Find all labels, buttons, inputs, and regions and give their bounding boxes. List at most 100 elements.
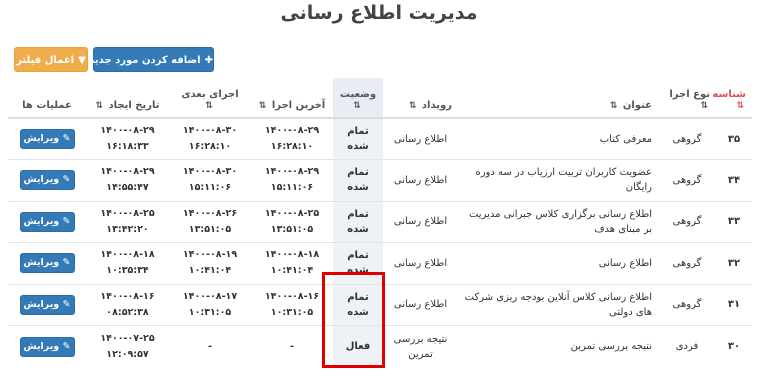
- edit-icon: ✎: [62, 257, 71, 269]
- header-created[interactable]: تاریخ ایجاد ⇅: [86, 78, 169, 119]
- edit-icon: ✎: [62, 174, 71, 186]
- row-last-run: -: [251, 325, 333, 367]
- row-run-type: گروهی: [658, 200, 716, 243]
- row-id: ۳۰: [716, 325, 752, 367]
- row-last-run: ۱۴۰۰-۰۸-۱۸ ۱۰:۴۱:۰۴: [251, 242, 333, 284]
- row-created: ۱۴۰۰-۰۸-۱۸ ۱۰:۳۵:۳۴: [86, 242, 169, 284]
- edit-label: ویرایش: [23, 340, 60, 352]
- row-id: ۳۵: [716, 117, 752, 160]
- row-last-run: ۱۴۰۰-۰۸-۲۹ ۱۶:۲۸:۱۰: [251, 117, 333, 160]
- row-last-run: ۱۴۰۰-۰۸-۲۵ ۱۳:۵۱:۰۵: [251, 200, 333, 243]
- row-created-date: ۱۴۰۰-۰۸-۱۶: [100, 290, 155, 302]
- row-actions: ✎ ویرایش: [8, 283, 86, 326]
- row-created-time: ۰۸:۵۲:۳۸: [106, 306, 149, 318]
- row-id: ۳۱: [716, 283, 752, 326]
- header-next-run[interactable]: اجرای بعدی ⇅: [169, 78, 251, 119]
- row-last-run: ۱۴۰۰-۰۸-۲۹ ۱۵:۱۱:۰۶: [251, 159, 333, 201]
- row-last-run-time: ۱۶:۲۸:۱۰: [270, 141, 314, 152]
- row-title: اطلاع رسانی برگزاری کلاس جبرانی مدیریت ب…: [458, 200, 658, 243]
- row-last-run-time: ۱۰:۴۱:۰۴: [270, 265, 314, 277]
- add-new-button[interactable]: ✚اضافه کردن مورد جدید: [89, 47, 214, 72]
- plus-icon: ✚: [204, 55, 213, 66]
- row-run-type: گروهی: [658, 242, 716, 284]
- header-last-run-label: آخرین اجرا: [271, 100, 326, 111]
- row-last-run-date: ۱۴۰۰-۰۸-۱۶: [264, 290, 320, 302]
- row-run-type: گروهی: [658, 159, 716, 201]
- sort-icon: ⇅: [700, 101, 708, 111]
- row-title: معرفی کتاب: [458, 117, 658, 160]
- header-event[interactable]: رویداد ⇅: [383, 78, 458, 119]
- header-run-type-label: نوع اجرا: [669, 89, 710, 100]
- edit-button[interactable]: ✎ ویرایش: [19, 129, 75, 149]
- row-actions: ✎ ویرایش: [8, 117, 86, 160]
- header-last-run[interactable]: آخرین اجرا ⇅: [251, 78, 333, 119]
- header-actions: عملیات ها: [8, 78, 86, 119]
- table-row: ۳۲ گروهی اطلاع رسانی اطلاع رسانی تمام شده ۱۴۰…: [8, 242, 752, 284]
- row-created: ۱۴۰۰-۰۸-۲۹ ۱۴:۵۵:۴۷: [86, 159, 169, 201]
- row-title: اطلاع رسانی کلاس آنلاین بودجه ریزی شرکت …: [458, 283, 658, 326]
- row-created-time: ۱۴:۵۵:۴۷: [106, 182, 149, 194]
- row-next-run-date: ۱۴۰۰-۰۸-۱۷: [182, 290, 238, 302]
- row-next-run-time: ۱۰:۴۱:۰۴: [188, 265, 232, 277]
- table-header-row: شناسه ⇅ نوع اجرا ⇅ عنوان ⇅ رویداد ⇅ وضعیت ⇅…: [8, 78, 752, 119]
- row-next-run-date: ۱۴۰۰-۰۸-۳۰: [182, 166, 238, 178]
- sort-icon: ⇅: [353, 101, 361, 111]
- edit-button[interactable]: ✎ ویرایش: [19, 211, 75, 232]
- row-created-date: ۱۴۰۰-۰۸-۲۵: [100, 207, 155, 219]
- row-next-run: ۱۴۰۰-۰۸-۱۷ ۱۰:۳۱:۰۵: [169, 283, 251, 326]
- header-event-label: رویداد: [421, 100, 452, 111]
- row-title: اطلاع رسانی: [458, 242, 658, 284]
- header-id-label: شناسه: [712, 89, 746, 100]
- row-created: ۱۴۰۰-۰۸-۲۵ ۱۳:۴۲:۲۰: [86, 200, 169, 243]
- row-event: اطلاع رسانی: [383, 242, 458, 284]
- edit-label: ویرایش: [23, 257, 60, 269]
- row-status: تمام شده: [333, 200, 383, 243]
- edit-button[interactable]: ✎ ویرایش: [19, 336, 75, 357]
- row-created-date: ۱۴۰۰-۰۸-۲۹: [100, 166, 155, 178]
- edit-button[interactable]: ✎ ویرایش: [19, 294, 75, 315]
- row-created-time: ۱۰:۳۵:۳۴: [106, 265, 149, 277]
- row-last-run-date: ۱۴۰۰-۰۸-۱۸: [264, 249, 320, 261]
- apply-filter-button[interactable]: ▼اعمال فیلتر: [14, 47, 88, 72]
- row-next-run-time: ۱۰:۳۱:۰۵: [188, 306, 232, 318]
- table-row: ۳۰ فردی نتیجه بررسی تمرین نتیجه بررسی تمرین…: [8, 325, 752, 367]
- row-next-run-date: ۱۴۰۰-۰۸-۱۹: [182, 249, 238, 261]
- row-created-date: ۱۴۰۰-۰۷-۲۵: [100, 332, 155, 344]
- sort-icon: ⇅: [408, 101, 417, 111]
- row-created: ۱۴۰۰-۰۸-۱۶ ۰۸:۵۲:۳۸: [86, 283, 169, 326]
- row-event: نتیجه بررسی تمرین: [383, 325, 458, 367]
- row-run-type: فردی: [658, 325, 716, 367]
- header-run-type[interactable]: نوع اجرا ⇅: [658, 78, 716, 119]
- row-created-date: ۱۴۰۰-۰۸-۱۸: [100, 249, 155, 261]
- apply-filter-label: اعمال فیلتر: [16, 55, 75, 66]
- row-event: اطلاع رسانی: [383, 283, 458, 326]
- row-status: فعال: [333, 325, 383, 367]
- row-event: اطلاع رسانی: [383, 200, 458, 243]
- edit-label: ویرایش: [23, 298, 60, 310]
- sort-icon: ⇅: [205, 101, 213, 111]
- row-next-run: ۱۴۰۰-۰۸-۳۰ ۱۶:۲۸:۱۰: [169, 117, 251, 160]
- header-title[interactable]: عنوان ⇅: [458, 78, 658, 119]
- row-id: ۳۲: [716, 242, 752, 284]
- header-status-label: وضعیت: [339, 89, 377, 100]
- edit-button[interactable]: ✎ ویرایش: [19, 170, 75, 191]
- row-next-run-time: ۱۶:۲۸:۱۰: [188, 141, 232, 152]
- row-next-run-date: ۱۴۰۰-۰۸-۲۶: [182, 207, 238, 219]
- header-id[interactable]: شناسه ⇅: [712, 78, 752, 119]
- header-status[interactable]: وضعیت ⇅: [333, 78, 383, 119]
- edit-button[interactable]: ✎ ویرایش: [19, 253, 75, 274]
- edit-icon: ✎: [62, 133, 71, 144]
- page-title: مدیریت اطلاع رسانی: [280, 2, 478, 24]
- edit-label: ویرایش: [23, 133, 60, 144]
- row-actions: ✎ ویرایش: [8, 325, 86, 367]
- filter-icon: ▼: [78, 55, 86, 66]
- edit-icon: ✎: [62, 340, 71, 352]
- edit-label: ویرایش: [23, 215, 60, 227]
- row-next-run: ۱۴۰۰-۰۸-۳۰ ۱۵:۱۱:۰۶: [169, 159, 251, 201]
- row-next-run: -: [169, 325, 251, 367]
- row-next-run-date: -: [208, 340, 212, 352]
- header-title-label: عنوان: [622, 100, 652, 111]
- row-status: تمام شده: [333, 117, 383, 160]
- row-title: عضویت کاربران تربیت ارزیاب در سه دوره را…: [458, 159, 658, 201]
- header-next-run-label: اجرای بعدی: [181, 89, 239, 100]
